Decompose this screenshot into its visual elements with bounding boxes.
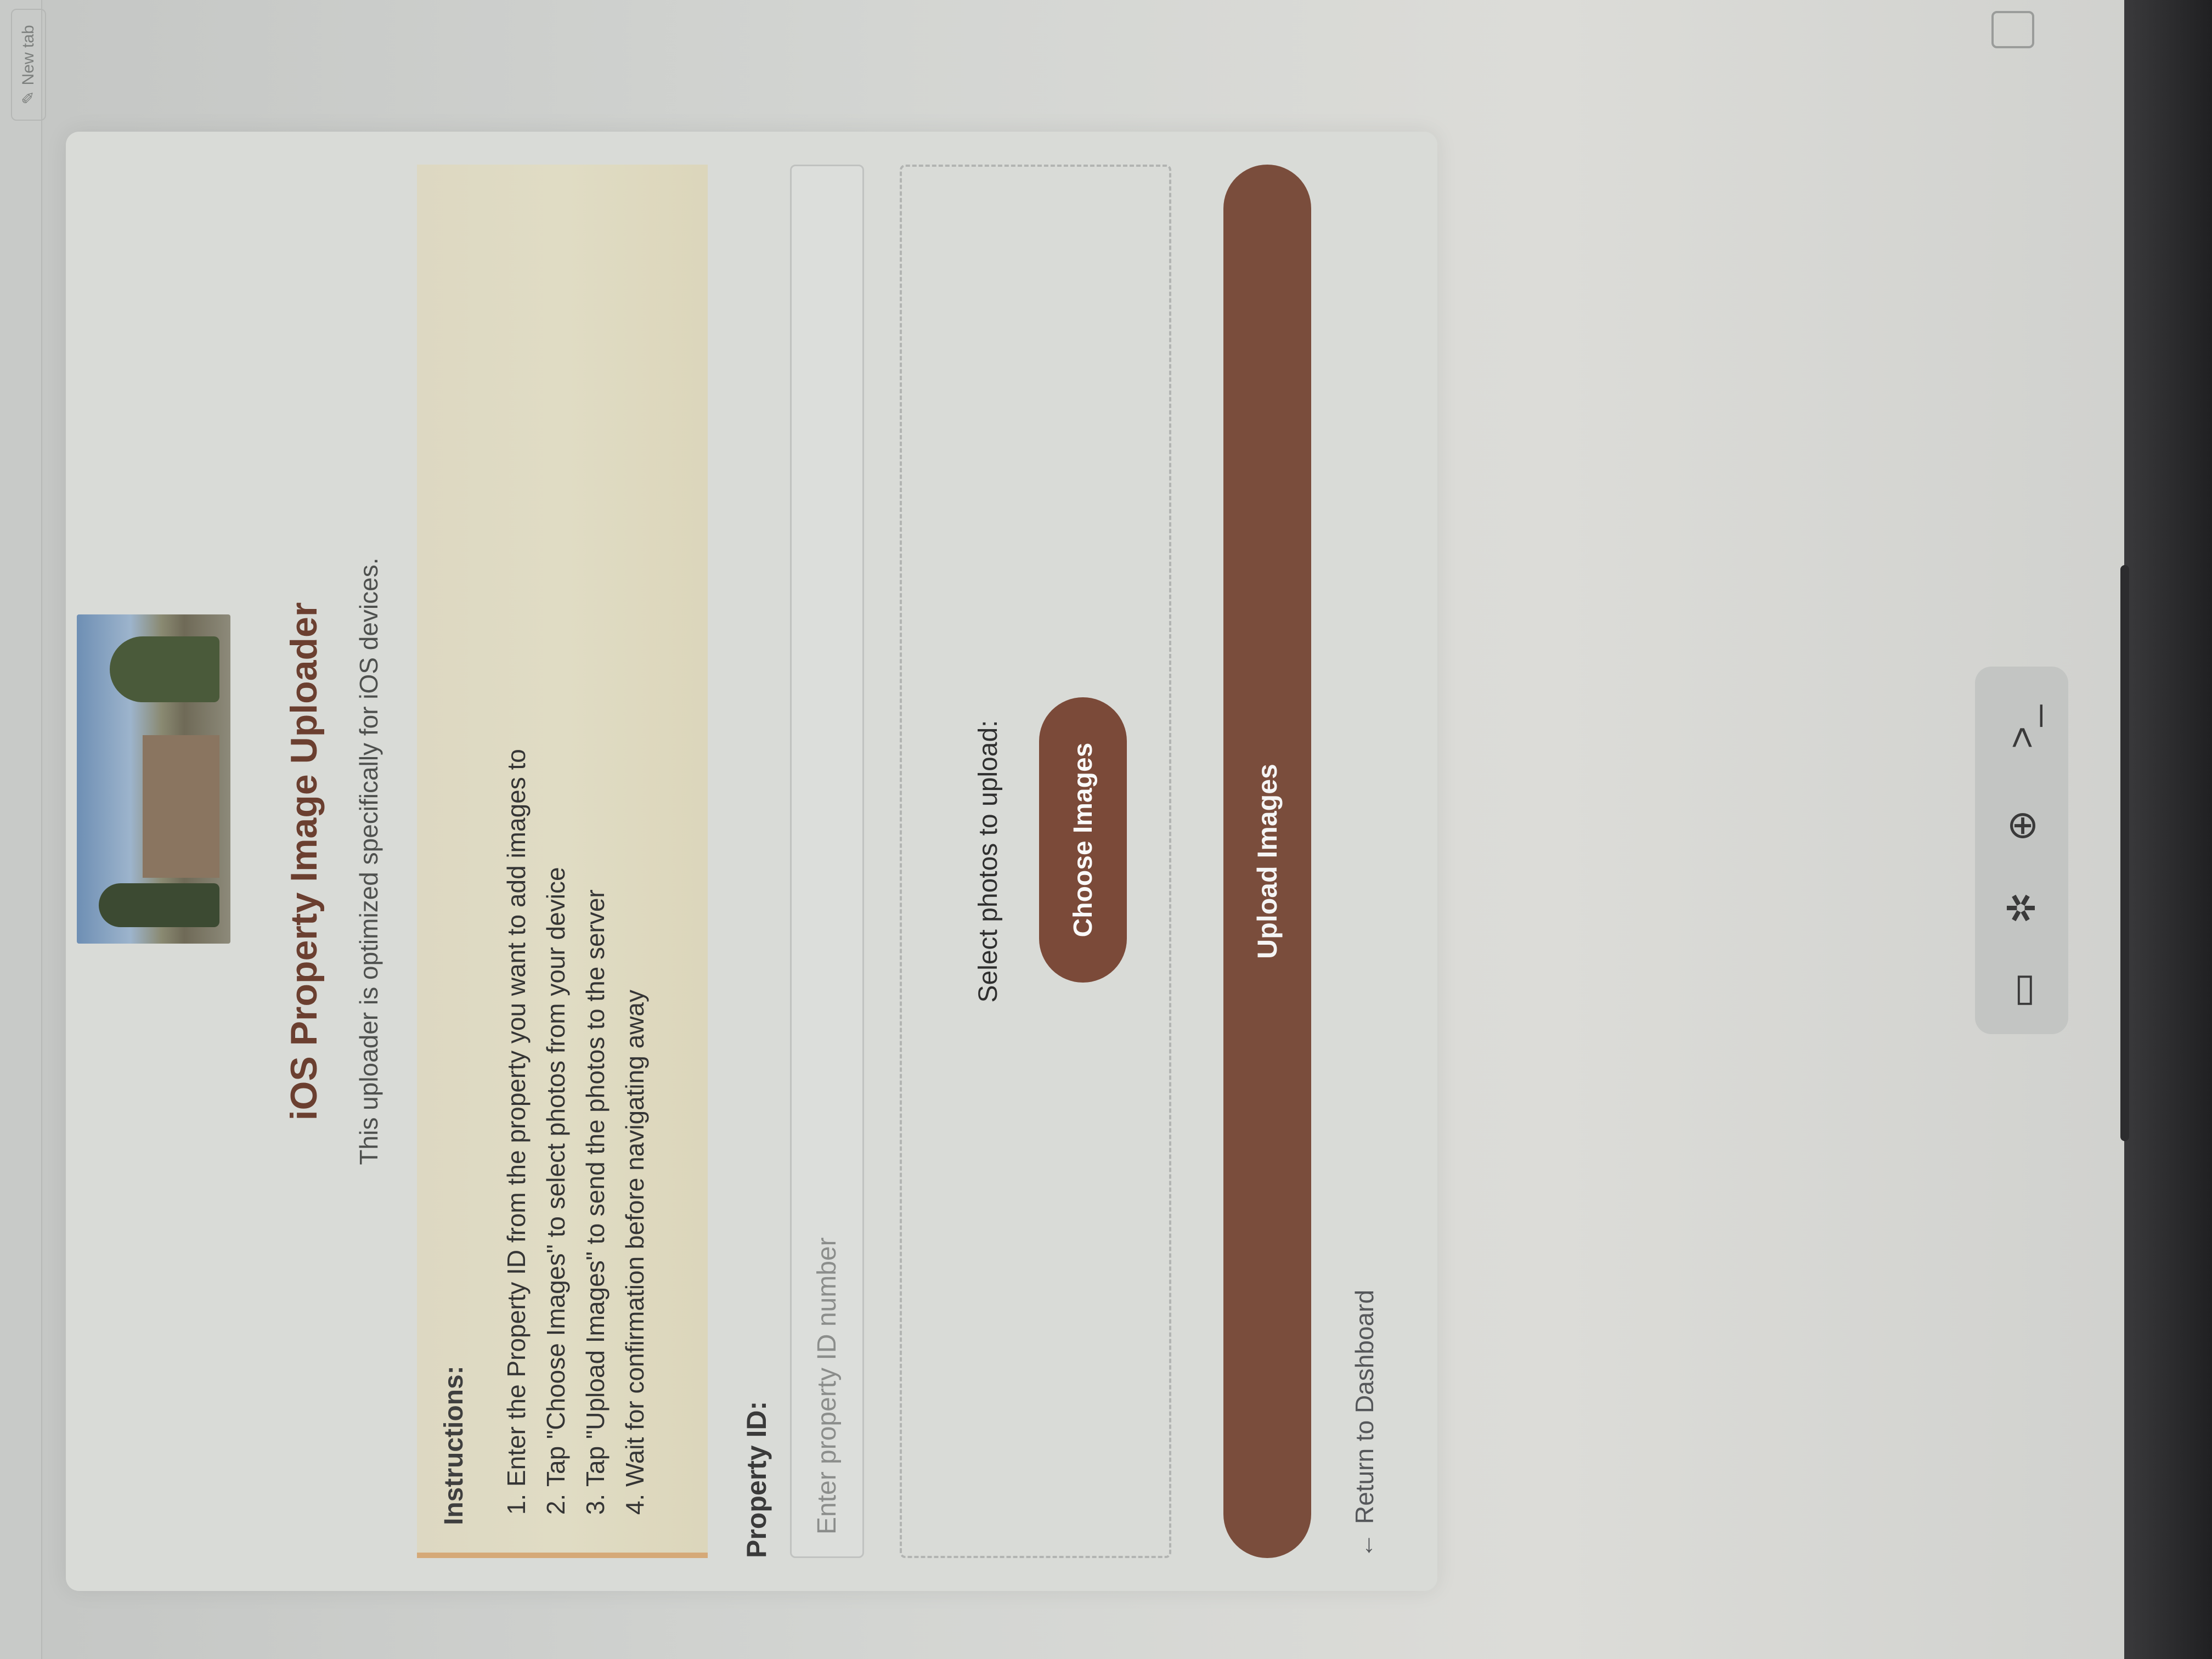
new-tab-label: New tab [19,25,37,86]
screen: ✎ New tab iOS Property Image Uploader Th… [0,0,2212,1659]
globe-icon[interactable]: ⊕ [1994,779,2049,872]
page-subtitle: This uploader is optimized specifically … [354,557,383,1165]
page-viewport: ✎ New tab iOS Property Image Uploader Th… [11,9,1437,1591]
page-title: iOS Property Image Uploader [283,602,325,1121]
grid-icon[interactable]: ✲ [1994,861,2049,955]
tablet-icon[interactable]: ▭ [1994,944,2049,1037]
instruction-step: Enter the Property ID from the property … [496,192,536,1487]
new-tab-button[interactable]: ✎ New tab [11,9,46,121]
choose-images-button[interactable]: Choose Images [1039,697,1127,983]
dock: ▭ ✲ ⊕ >_ [1975,667,2068,1034]
uploader-card: iOS Property Image Uploader This uploade… [66,132,1437,1591]
return-to-dashboard-label: Return to Dashboard [1350,1289,1379,1524]
instructions-list: Enter the Property ID from the property … [496,192,654,1525]
compose-icon: ✎ [19,91,38,105]
instruction-step: Tap "Choose Images" to select photos fro… [536,192,575,1487]
browser-tab-strip [0,0,42,1659]
window-icon [1991,11,2034,48]
instruction-step: Wait for confirmation before navigating … [615,192,654,1487]
property-image [77,614,230,944]
instructions-box: Instructions: Enter the Property ID from… [417,165,708,1558]
property-id-input[interactable] [790,165,864,1558]
home-indicator [2120,565,2129,1141]
return-to-dashboard-link[interactable]: ← Return to Dashboard [1350,1290,1379,1558]
dropzone-label: Select photos to upload: [974,720,1003,1003]
property-id-label: Property ID: [741,1401,772,1558]
instruction-step: Tap "Upload Images" to send the photos t… [575,192,615,1487]
device-bezel [2124,0,2212,1659]
terminal-icon[interactable]: >_ [1994,680,2049,774]
upload-images-button[interactable]: Upload Images [1223,165,1311,1558]
arrow-left-icon: ← [1350,1533,1379,1558]
instructions-heading: Instructions: [439,1365,469,1525]
photo-dropzone[interactable]: Select photos to upload: Choose Images [900,165,1171,1558]
